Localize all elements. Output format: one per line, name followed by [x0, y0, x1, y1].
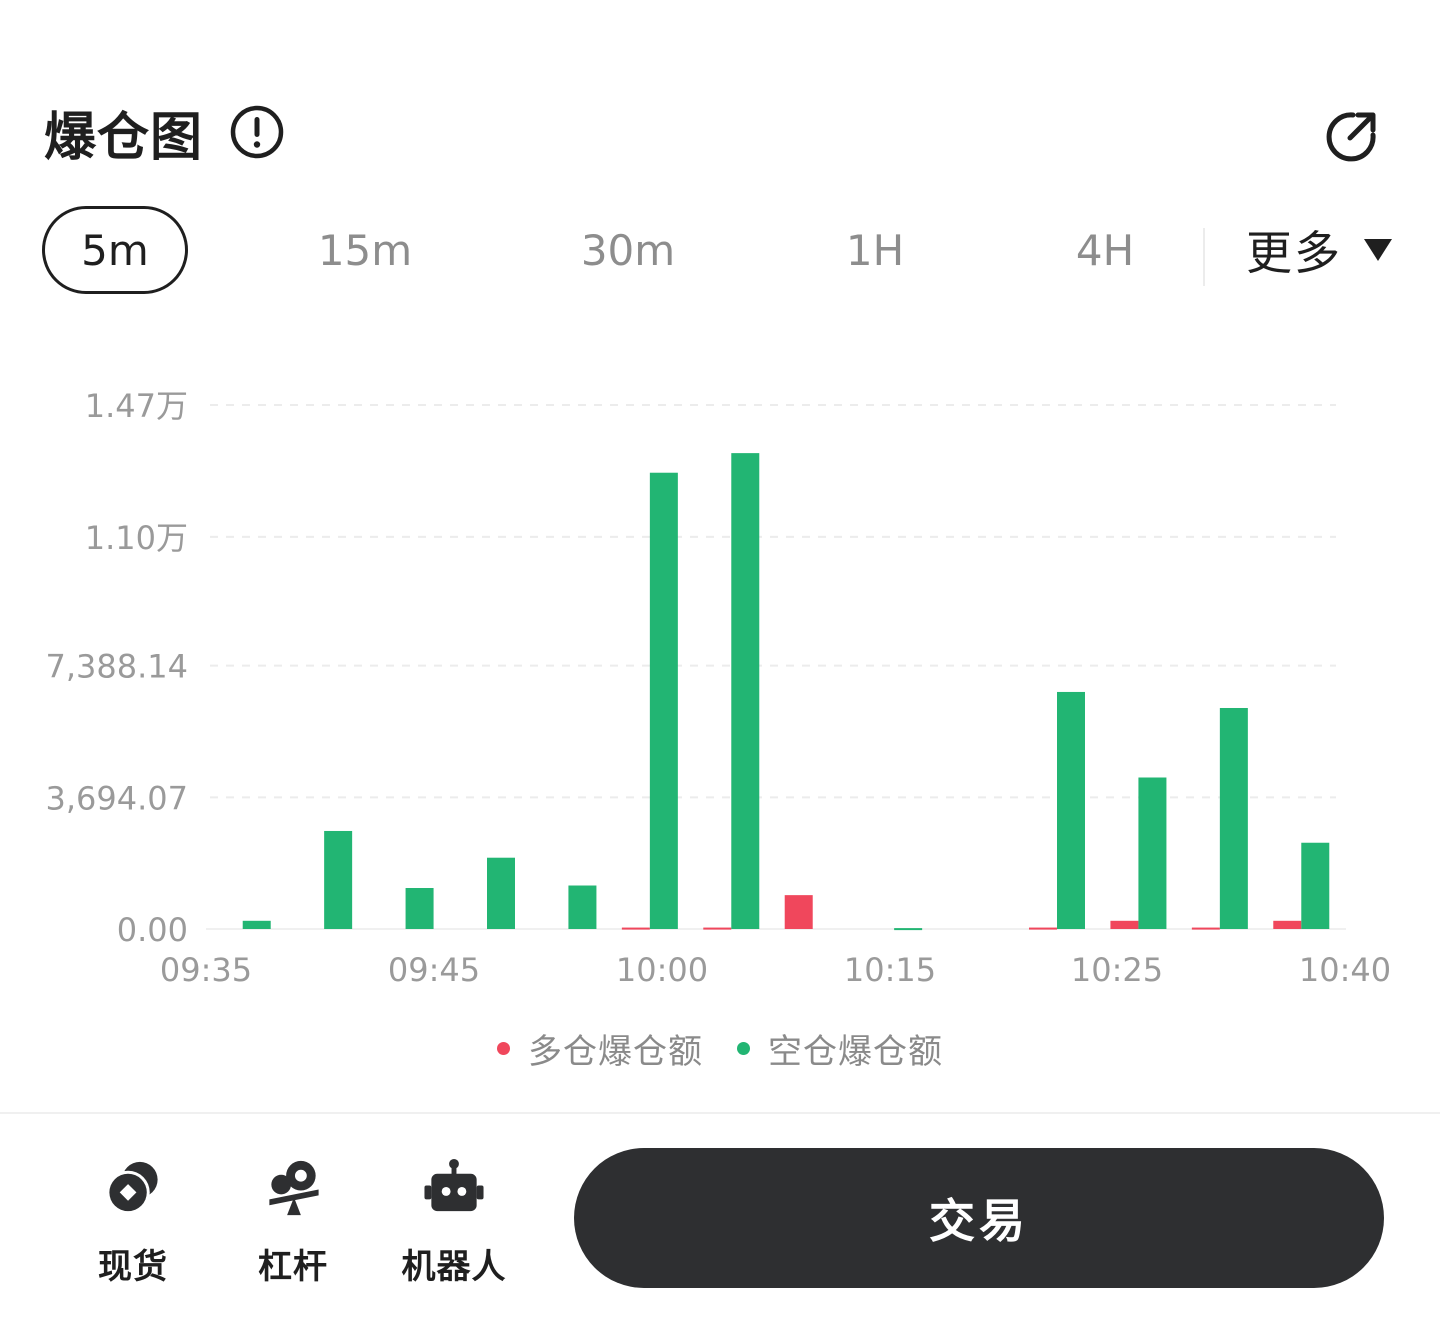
liquidation-chart: 0.00 3,694.07 7,388.14 1.10万 1.47万 09:35 09:45… — [46, 387, 1392, 989]
timeframe-tabs: 5m 15m 30m 1H 4H 更多 — [0, 206, 1440, 298]
long-liquidation-bar — [1273, 920, 1302, 929]
long-liquidation-bar — [1029, 927, 1057, 930]
chart-legend: 多仓爆仓额 空仓爆仓额 — [0, 1024, 1440, 1072]
long-liquidation-bar — [1110, 920, 1139, 929]
section-divider — [0, 1112, 1440, 1114]
short-liquidation-bar — [1057, 691, 1085, 929]
info-icon[interactable] — [229, 104, 285, 160]
nav-item-bot[interactable]: 机器人 — [374, 1148, 534, 1288]
robot-icon — [424, 1158, 484, 1212]
nav-label-spot: 现货 — [98, 1247, 168, 1287]
long-liquidation-bar — [784, 895, 813, 929]
caret-down-icon — [1364, 239, 1392, 261]
nav-item-spot[interactable]: 现货 — [53, 1148, 213, 1288]
short-liquidation-bar — [649, 472, 678, 929]
bottom-nav: 现货 杠杆 机器人 — [0, 1148, 560, 1298]
tab-15m[interactable]: 15m — [300, 206, 430, 294]
short-liquidation-bar — [894, 928, 923, 931]
nav-label-leverage: 杠杆 — [258, 1247, 328, 1287]
tab-5m[interactable]: 5m — [42, 206, 188, 294]
y-tick-label: 7,388.14 — [46, 648, 189, 686]
x-tick-label: 10:25 — [1071, 951, 1163, 989]
leverage-icon — [269, 1160, 319, 1216]
legend-dot-long — [497, 1041, 510, 1055]
legend-dot-short — [737, 1041, 750, 1055]
legend-label-short: 空仓爆仓额 — [768, 1031, 943, 1072]
y-tick-label: 1.10万 — [85, 519, 188, 557]
legend-item-long[interactable]: 多仓爆仓额 — [497, 1024, 703, 1073]
tab-4h[interactable]: 4H — [1050, 206, 1160, 294]
long-liquidation-bar — [621, 927, 650, 930]
tab-divider — [1203, 228, 1205, 286]
x-tick-label: 10:40 — [1299, 951, 1391, 989]
y-tick-label: 1.47万 — [85, 387, 188, 425]
trade-button[interactable]: 交易 — [574, 1148, 1384, 1288]
more-label: 更多 — [1246, 226, 1342, 280]
short-liquidation-bar — [568, 885, 597, 929]
short-liquidation-bar — [1301, 842, 1330, 929]
short-liquidation-bar — [324, 830, 353, 929]
y-tick-label: 3,694.07 — [46, 779, 189, 817]
y-tick-label: 0.00 — [117, 911, 188, 949]
more-dropdown[interactable]: 更多 — [1246, 206, 1392, 294]
page-title: 爆仓图 — [44, 107, 204, 168]
header: 爆仓图 — [44, 100, 285, 168]
short-liquidation-bar — [1219, 707, 1248, 929]
x-tick-label: 09:45 — [388, 951, 480, 989]
long-liquidation-bar — [1191, 927, 1220, 930]
share-icon[interactable] — [1320, 104, 1384, 168]
x-tick-label: 10:15 — [844, 951, 936, 989]
short-liquidation-bar — [731, 453, 760, 929]
short-liquidation-bar — [242, 920, 271, 929]
coins-icon — [106, 1161, 158, 1215]
short-liquidation-bar — [487, 857, 515, 929]
legend-item-short[interactable]: 空仓爆仓额 — [737, 1024, 943, 1073]
short-liquidation-bar — [1138, 777, 1167, 929]
tab-1h[interactable]: 1H — [820, 206, 930, 294]
x-tick-label: 10:00 — [616, 951, 708, 989]
nav-label-bot: 机器人 — [401, 1247, 507, 1287]
nav-item-leverage[interactable]: 杠杆 — [213, 1148, 373, 1288]
long-liquidation-bar — [703, 927, 732, 930]
legend-label-long: 多仓爆仓额 — [528, 1031, 703, 1072]
short-liquidation-bar — [405, 888, 434, 929]
x-tick-label: 09:35 — [160, 951, 252, 989]
tab-30m[interactable]: 30m — [560, 206, 696, 294]
